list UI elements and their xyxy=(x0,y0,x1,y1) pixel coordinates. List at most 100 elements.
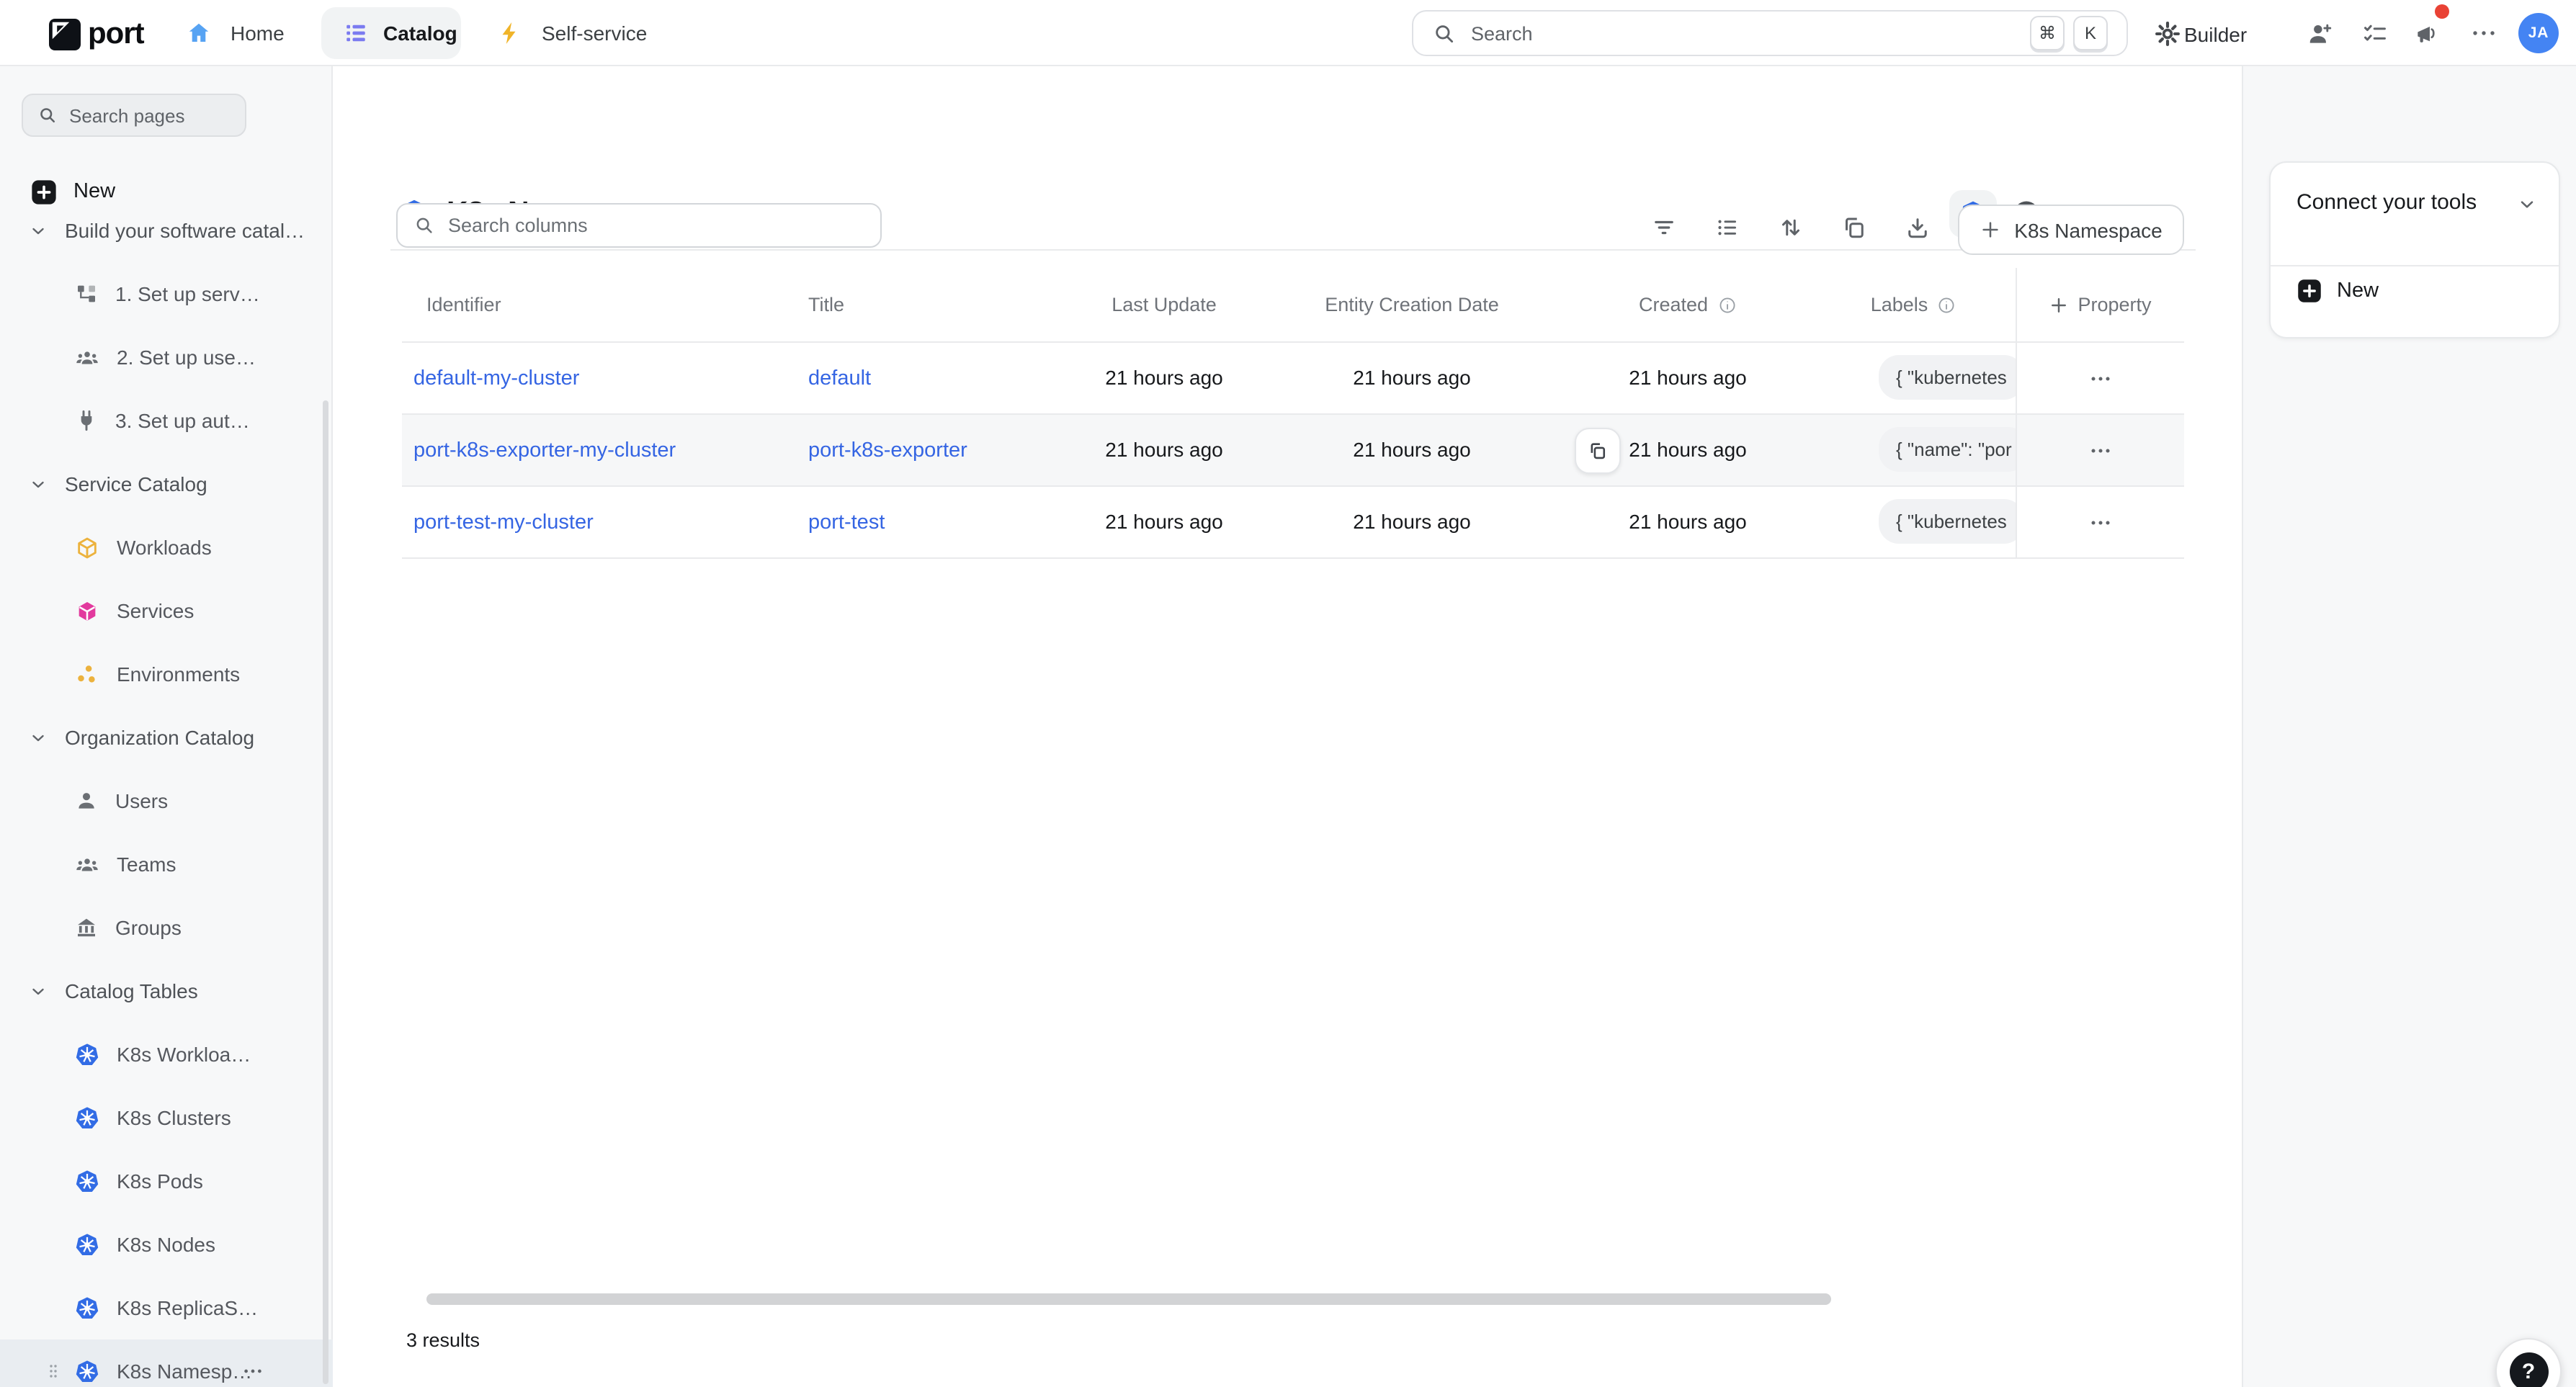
table-row[interactable]: default-my-cluster default 21 hours ago … xyxy=(402,341,2184,413)
sidebar-item-setup-service[interactable]: 1. Set up serv… xyxy=(0,262,333,326)
table-row[interactable]: port-test-my-cluster port-test 21 hours … xyxy=(402,485,2184,557)
invite-user-icon[interactable] xyxy=(2307,20,2334,48)
tab-catalog[interactable]: Catalog xyxy=(321,7,461,59)
sidebar-item-k8s-workloads[interactable]: K8s Workloa… xyxy=(0,1023,333,1086)
label-chip: { "kubernetes xyxy=(1879,355,2016,400)
search-columns-input[interactable]: Search columns xyxy=(396,203,882,248)
sidebar-item-k8s-namespaces[interactable]: K8s Namesp… xyxy=(0,1339,333,1387)
item-label: 2. Set up use… xyxy=(117,346,256,369)
k-keycap: K xyxy=(2073,16,2108,50)
sidebar-item-users[interactable]: Users xyxy=(0,769,333,832)
sidebar-item-workloads[interactable]: Workloads xyxy=(0,516,333,579)
sidebar-item-groups[interactable]: Groups xyxy=(0,896,333,959)
copy-icon[interactable] xyxy=(1841,214,1867,240)
sidebar-item-k8s-pods[interactable]: K8s Pods xyxy=(0,1149,333,1213)
sidebar-section-organization-catalog[interactable]: Organization Catalog xyxy=(0,706,333,769)
connect-tools-header[interactable]: Connect your tools xyxy=(2297,190,2477,215)
identifier-link[interactable]: port-k8s-exporter-my-cluster xyxy=(413,439,676,462)
bank-icon xyxy=(75,916,98,939)
logo-text: port xyxy=(88,17,144,52)
item-label: Teams xyxy=(117,853,176,876)
section-label: Build your software catal… xyxy=(65,219,305,242)
sidebar-section-catalog-tables[interactable]: Catalog Tables xyxy=(0,959,333,1023)
kubernetes-icon xyxy=(75,1105,99,1130)
item-label: K8s Workloa… xyxy=(117,1043,251,1066)
entity-creation-date-cell: 21 hours ago xyxy=(1261,341,1563,413)
col-header-last-update[interactable]: Last Update xyxy=(1068,268,1261,341)
tab-self-service[interactable]: Self-service xyxy=(497,0,647,66)
plus-icon xyxy=(2049,295,2069,315)
cube-icon xyxy=(75,598,99,623)
label-chip: { "kubernetes xyxy=(1879,499,2016,544)
col-header-entity-creation-date[interactable]: Entity Creation Date xyxy=(1261,268,1563,341)
sidebar-section-build-catalog[interactable]: Build your software catal… xyxy=(0,199,333,262)
row-more-icon[interactable] xyxy=(2089,511,2112,534)
avatar[interactable]: JA xyxy=(2518,13,2559,53)
sidebar-search-placeholder: Search pages xyxy=(69,104,184,126)
horizontal-scrollbar[interactable] xyxy=(426,1293,1831,1305)
sidebar-item-k8s-nodes[interactable]: K8s Nodes xyxy=(0,1213,333,1276)
megaphone-icon[interactable] xyxy=(2413,20,2441,48)
sidebar-scrollbar[interactable] xyxy=(323,400,328,1384)
sidebar-item-setup-users[interactable]: 2. Set up use… xyxy=(0,326,333,389)
drag-handle-icon[interactable] xyxy=(45,1360,62,1383)
item-label: Groups xyxy=(115,916,182,939)
header-divider xyxy=(390,249,2196,251)
table-row[interactable]: port-k8s-exporter-my-cluster port-k8s-ex… xyxy=(402,413,2184,485)
add-k8s-namespace-button[interactable]: K8s Namespace xyxy=(1958,205,2184,255)
sidebar-item-teams[interactable]: Teams xyxy=(0,832,333,896)
plus-icon xyxy=(1980,219,2001,241)
col-header-identifier[interactable]: Identifier xyxy=(402,268,791,341)
sidebar-item-services[interactable]: Services xyxy=(0,579,333,642)
title-link[interactable]: port-test xyxy=(808,511,885,534)
download-icon[interactable] xyxy=(1905,214,1931,240)
item-more-icon[interactable] xyxy=(242,1360,264,1382)
copy-button[interactable] xyxy=(1575,427,1621,473)
last-update-cell: 21 hours ago xyxy=(1068,485,1261,557)
labels-cell: { "kubernetes xyxy=(1812,341,2016,413)
last-update-cell: 21 hours ago xyxy=(1068,341,1261,413)
identifier-link[interactable]: port-test-my-cluster xyxy=(413,511,594,534)
col-header-created[interactable]: Created xyxy=(1563,268,1812,341)
sidebar-item-setup-automations[interactable]: 3. Set up aut… xyxy=(0,389,333,452)
item-label: Workloads xyxy=(117,536,212,559)
col-header-title[interactable]: Title xyxy=(791,268,1068,341)
labels-cell: { "kubernetes xyxy=(1812,485,2016,557)
row-more-icon[interactable] xyxy=(2089,367,2112,390)
info-icon xyxy=(1717,295,1737,315)
entities-table: Identifier Title Last Update Entity Crea… xyxy=(402,268,2184,558)
tab-home[interactable]: Home xyxy=(186,0,285,66)
builder-label[interactable]: Builder xyxy=(2184,22,2247,45)
tab-catalog-label: Catalog xyxy=(383,22,457,45)
connect-tools-card: Connect your tools New xyxy=(2269,161,2560,338)
title-link[interactable]: default xyxy=(808,367,871,390)
gear-icon[interactable] xyxy=(2154,20,2181,48)
more-menu-icon[interactable] xyxy=(2471,23,2497,43)
filter-icon[interactable] xyxy=(1651,214,1677,240)
sidebar: Search pages New Build your software cat… xyxy=(0,66,333,1387)
port-logo[interactable]: port xyxy=(49,17,144,52)
sort-icon[interactable] xyxy=(1778,214,1804,240)
notification-dot xyxy=(2435,4,2449,19)
kubernetes-icon xyxy=(75,1169,99,1193)
row-more-icon[interactable] xyxy=(2089,439,2112,462)
add-property-button[interactable]: Property xyxy=(2016,268,2184,341)
title-link[interactable]: port-k8s-exporter xyxy=(808,439,967,462)
sidebar-item-k8s-clusters[interactable]: K8s Clusters xyxy=(0,1086,333,1149)
checklist-icon[interactable] xyxy=(2361,20,2389,48)
catalog-icon xyxy=(343,20,369,46)
sidebar-search-input[interactable]: Search pages xyxy=(22,94,246,137)
group-by-icon[interactable] xyxy=(1714,214,1740,240)
col-header-labels[interactable]: Labels xyxy=(1812,268,2016,341)
sidebar-section-service-catalog[interactable]: Service Catalog xyxy=(0,452,333,516)
global-search-input[interactable]: Search ⌘ K xyxy=(1412,10,2128,56)
identifier-link[interactable]: default-my-cluster xyxy=(413,367,579,390)
created-cell: 21 hours ago xyxy=(1563,413,1812,485)
kubernetes-icon xyxy=(75,1042,99,1067)
sidebar-item-environments[interactable]: Environments xyxy=(0,642,333,706)
item-label: K8s ReplicaS… xyxy=(117,1296,258,1319)
panel-new-button[interactable]: New xyxy=(2297,278,2379,304)
chevron-down-icon xyxy=(2517,194,2537,215)
copy-icon xyxy=(1588,440,1608,460)
sidebar-item-k8s-replicasets[interactable]: K8s ReplicaS… xyxy=(0,1276,333,1339)
